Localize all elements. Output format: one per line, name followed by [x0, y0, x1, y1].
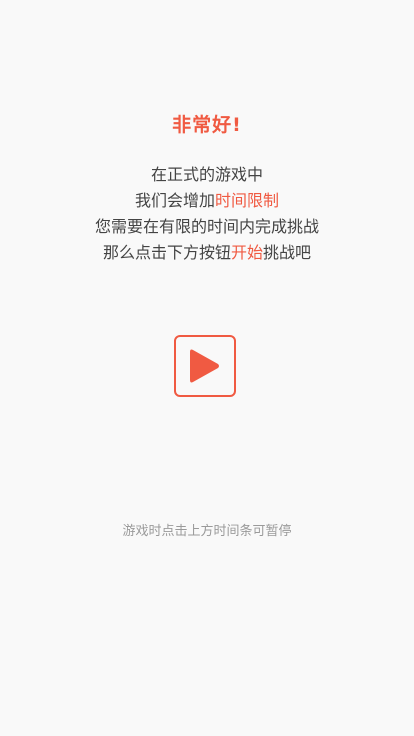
instruction-line-4-prefix: 那么点击下方按钮: [102, 243, 231, 262]
start-highlight: 开始: [230, 243, 263, 262]
instruction-line-3: 您需要在有限的时间内完成挑战: [94, 217, 319, 236]
instruction-line-4: 那么点击下方按钮开始挑战吧: [0, 240, 414, 266]
instruction-line-2: 我们会增加时间限制: [0, 188, 414, 214]
instruction-line-2-prefix: 我们会增加: [134, 191, 215, 210]
time-limit-highlight: 时间限制: [215, 191, 280, 210]
start-challenge-button[interactable]: [174, 335, 236, 397]
instruction-line-4-suffix: 挑战吧: [263, 243, 312, 262]
page-title: 非常好!: [172, 114, 242, 136]
pause-hint: 游戏时点击上方时间条可暂停: [122, 524, 292, 539]
instruction-line-1: 在正式的游戏中: [150, 165, 263, 184]
play-icon: [188, 347, 222, 385]
instructions-text: 在正式的游戏中 我们会增加时间限制 您需要在有限的时间内完成挑战 那么点击下方按…: [0, 162, 414, 266]
